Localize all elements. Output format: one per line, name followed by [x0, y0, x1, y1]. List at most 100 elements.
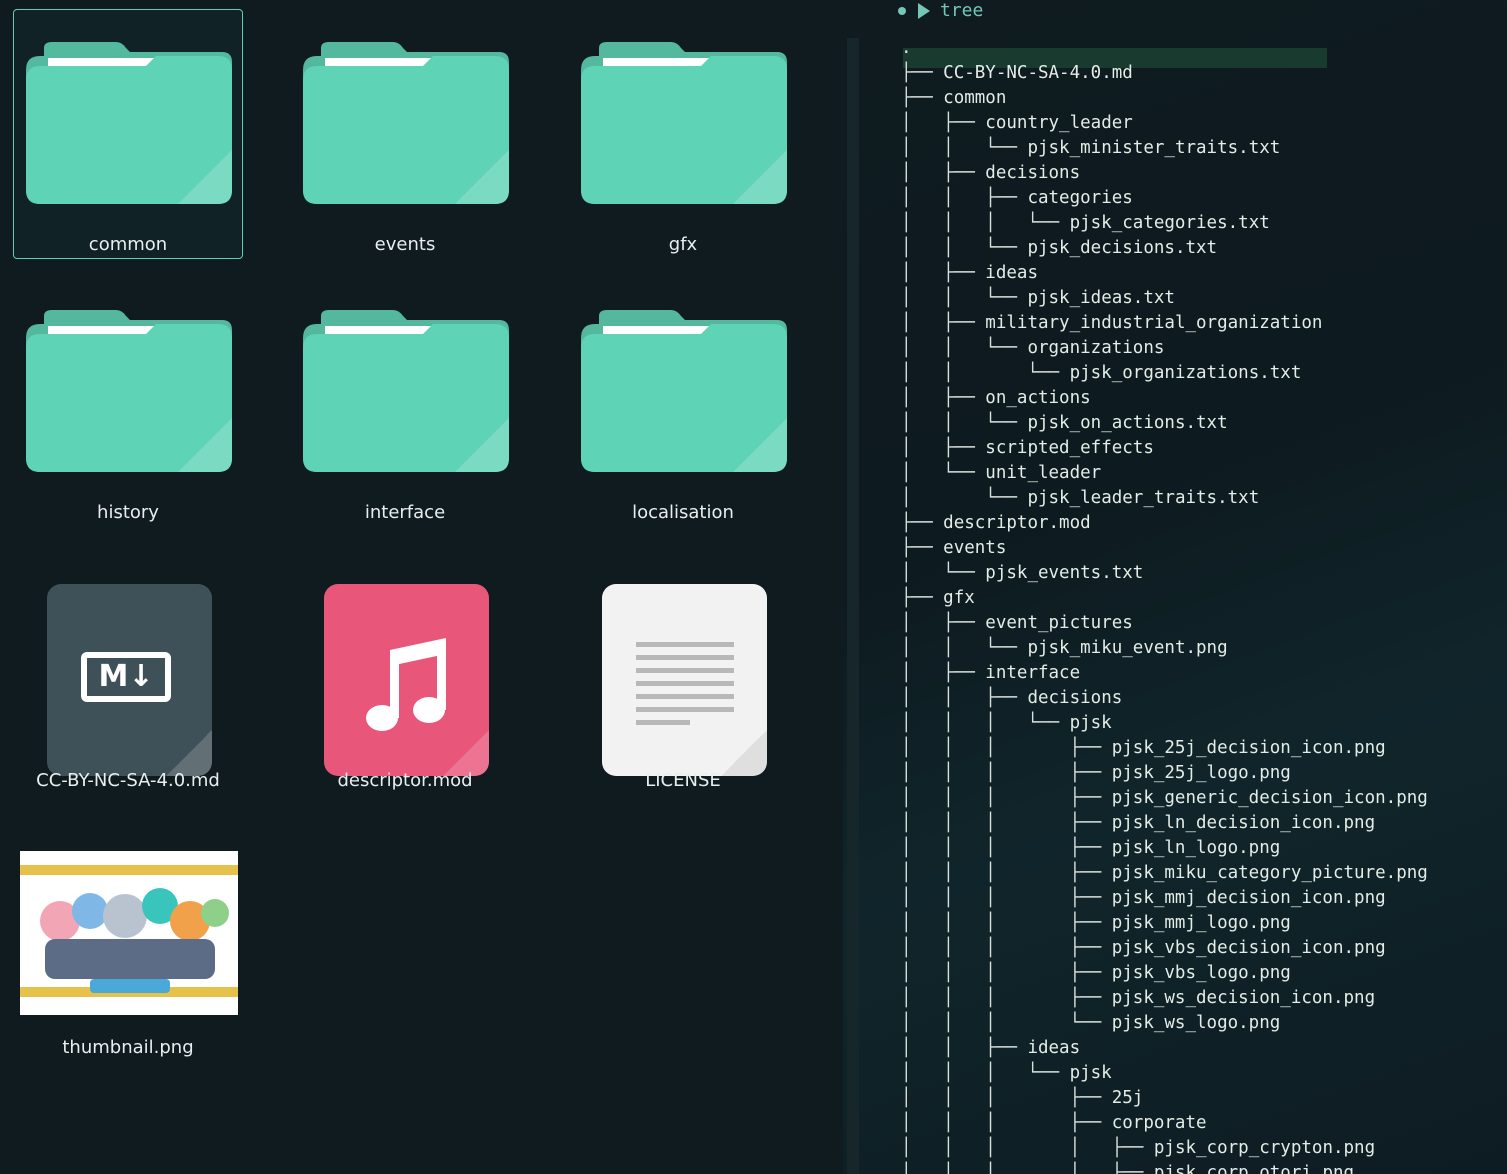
tree-line: │ └── unit_leader	[901, 461, 1428, 486]
tree-branch: │ │ └──	[901, 238, 1028, 258]
folder-icon-wrap	[291, 278, 521, 488]
tree-branch: │ │ │ ├──	[901, 838, 1112, 858]
terminal-pane[interactable]: tree . ├── CC-BY-NC-SA-4.0.md ├── common │ …	[843, 0, 1507, 1174]
folder-icon-wrap	[569, 10, 799, 220]
folder-icon-wrap	[14, 10, 244, 220]
tree-branch: │ │ │ ├──	[901, 1113, 1112, 1133]
tree-line: │ │ │ └── pjsk	[901, 711, 1428, 736]
file-name-label: interface	[364, 502, 446, 523]
tree-entry-name: gfx	[943, 588, 975, 608]
tree-line: │ │ │ ├── pjsk_miku_category_picture.png	[901, 861, 1428, 886]
tree-branch: │ │ │ ├──	[901, 963, 1112, 983]
scrollbar-gutter[interactable]	[847, 38, 859, 1174]
file-name-label: common	[88, 234, 168, 255]
file-item-gfx[interactable]: gfx	[568, 9, 798, 259]
tree-line: │ └── pjsk_events.txt	[901, 561, 1428, 586]
tree-line: │ │ │ │ ├── pjsk_corp_otori.png	[901, 1161, 1428, 1174]
file-item-localisation[interactable]: localisation	[568, 277, 798, 527]
tree-entry-name: unit_leader	[985, 463, 1102, 483]
file-item-descriptor-mod[interactable]: descriptor.mod	[290, 545, 520, 795]
tree-branch: │ │ │ └──	[901, 1013, 1112, 1033]
tree-branch: │ │ │ ├──	[901, 738, 1112, 758]
tree-entry-name: decisions	[1027, 688, 1123, 708]
tree-line: │ │ │ ├── pjsk_generic_decision_icon.png	[901, 786, 1428, 811]
tree-branch: ├──	[901, 513, 944, 533]
tree-branch: │ │ │ └──	[901, 1063, 1070, 1083]
tree-line: │ │ │ ├── pjsk_vbs_decision_icon.png	[901, 936, 1428, 961]
tree-branch: │ ├──	[901, 613, 986, 633]
tree-entry-name: pjsk_mmj_logo.png	[1111, 913, 1291, 933]
tree-branch: .	[901, 38, 912, 58]
file-item-interface[interactable]: interface	[290, 277, 520, 527]
folder-icon	[581, 42, 787, 204]
tree-branch: │ │ │ ├──	[901, 788, 1112, 808]
file-item-cc-by-nc-sa-4-0-md[interactable]: M↓ CC-BY-NC-SA-4.0.md	[13, 545, 243, 795]
tree-line: │ ├── decisions	[901, 161, 1428, 186]
prompt-dot-icon	[898, 7, 906, 15]
tree-entry-name: ideas	[1027, 1038, 1081, 1058]
tree-entry-name: pjsk_25j_decision_icon.png	[1111, 738, 1386, 758]
tree-branch: │ │ │ └──	[901, 213, 1070, 233]
tree-entry-name: common	[943, 88, 1007, 108]
file-item-license[interactable]: LICENSE	[568, 545, 798, 795]
tree-line: │ ├── interface	[901, 661, 1428, 686]
tree-line: │ │ ├── categories	[901, 186, 1428, 211]
tree-entry-name: pjsk_ws_logo.png	[1111, 1013, 1281, 1033]
folder-icon-wrap	[291, 10, 521, 220]
tree-line: │ │ └── pjsk_miku_event.png	[901, 636, 1428, 661]
file-manager-pane: common events gfx history interface loca…	[0, 0, 843, 1174]
tree-branch: │ ├──	[901, 263, 986, 283]
tree-line: │ │ └── organizations	[901, 336, 1428, 361]
tree-entry-name: pjsk_minister_traits.txt	[1027, 138, 1281, 158]
tree-branch: │ │ ├──	[901, 1038, 1028, 1058]
tree-branch: │ │ └──	[901, 138, 1028, 158]
tree-branch: │ └──	[901, 463, 986, 483]
tree-line: │ ├── military_industrial_organization	[901, 311, 1428, 336]
file-name-label: gfx	[668, 234, 698, 255]
folder-icon	[303, 42, 509, 204]
tree-branch: │ │ │ ├──	[901, 913, 1112, 933]
tree-branch: │ │ │ │ ├──	[901, 1163, 1154, 1174]
tree-entry-name: pjsk_25j_logo.png	[1111, 763, 1291, 783]
tree-branch: │ └──	[901, 563, 986, 583]
tree-branch: │ │ ├──	[901, 188, 1028, 208]
tree-entry-name: pjsk_generic_decision_icon.png	[1111, 788, 1428, 808]
markdown-badge-icon: M↓	[81, 652, 171, 702]
image-thumbnail	[20, 851, 238, 1015]
tree-entry-name: pjsk_ln_logo.png	[1111, 838, 1281, 858]
tree-entry-name: event_pictures	[985, 613, 1133, 633]
tree-line: │ │ │ ├── pjsk_ws_decision_icon.png	[901, 986, 1428, 1011]
tree-line: │ └── pjsk_leader_traits.txt	[901, 486, 1428, 511]
tree-branch: │ ├──	[901, 313, 986, 333]
tree-branch: │ │ └──	[901, 413, 1028, 433]
tree-branch: │ │ │ ├──	[901, 1088, 1112, 1108]
tree-entry-name: events	[943, 538, 1007, 558]
tree-entry-name: pjsk_leader_traits.txt	[1027, 488, 1260, 508]
tree-branch: │ │ └──	[901, 338, 1028, 358]
tree-branch: │ ├──	[901, 663, 986, 683]
text-lines-icon	[636, 642, 734, 733]
tree-entry-name: pjsk_ws_decision_icon.png	[1111, 988, 1376, 1008]
file-item-history[interactable]: history	[13, 277, 243, 527]
tree-line: │ │ │ │ ├── pjsk_corp_crypton.png	[901, 1136, 1428, 1161]
tree-line: │ ├── on_actions	[901, 386, 1428, 411]
tree-line: │ │ └── pjsk_decisions.txt	[901, 236, 1428, 261]
file-item-common[interactable]: common	[13, 9, 243, 259]
tree-line: ├── descriptor.mod	[901, 511, 1428, 536]
tree-branch: │ │ │ │ ├──	[901, 1138, 1154, 1158]
tree-line: │ │ │ ├── pjsk_ln_decision_icon.png	[901, 811, 1428, 836]
tree-branch: │ │ └──	[901, 638, 1028, 658]
tree-branch: │ │ ├──	[901, 688, 1028, 708]
tree-entry-name: ideas	[985, 263, 1038, 283]
tree-line: │ │ │ ├── corporate	[901, 1111, 1428, 1136]
tree-entry-name: categories	[1027, 188, 1133, 208]
file-item-events[interactable]: events	[290, 9, 520, 259]
tree-line: │ ├── country_leader	[901, 111, 1428, 136]
file-item-thumbnail-png[interactable]: thumbnail.png	[13, 812, 243, 1062]
tree-branch: ├──	[901, 63, 944, 83]
tree-entry-name: scripted_effects	[985, 438, 1154, 458]
file-name-label: descriptor.mod	[337, 770, 473, 791]
folder-icon-wrap	[14, 278, 244, 488]
tree-line: │ ├── event_pictures	[901, 611, 1428, 636]
folder-icon-wrap	[569, 278, 799, 488]
